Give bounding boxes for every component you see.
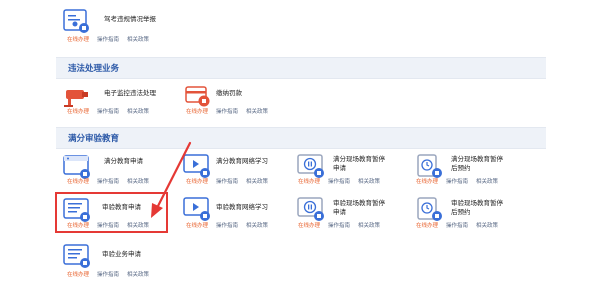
policy-link[interactable]: 相关政策 [358, 223, 380, 229]
guide-link[interactable]: 操作指南 [446, 223, 468, 229]
online-study-icon [182, 153, 212, 179]
item-links-full-score-pause-apply: 在线办理 操作指南 相关政策 [298, 177, 388, 185]
guide-link[interactable]: 操作指南 [328, 179, 350, 185]
appointment-clock-icon [414, 196, 444, 222]
item-title-full-score-online[interactable]: 满分教育网络学习 [216, 157, 268, 166]
title-line-1: 满分现场教育暂停 [333, 155, 385, 163]
section-title: 违法处理业务 [68, 64, 120, 74]
online-link[interactable]: 在线办理 [298, 179, 320, 185]
online-link[interactable]: 在线办理 [298, 223, 320, 229]
online-link[interactable]: 在线办理 [186, 109, 208, 115]
online-link[interactable]: 在线办理 [67, 37, 89, 43]
online-link[interactable]: 在线办理 [67, 179, 89, 185]
item-title-full-score-pause-book[interactable]: 满分现场教育暂停 后预约 [451, 155, 503, 173]
online-study-icon [182, 196, 212, 222]
item-title-pay-fine[interactable]: 缴纳罚款 [216, 89, 242, 98]
guide-link[interactable]: 操作指南 [328, 223, 350, 229]
item-links-review-pause-book: 在线办理 操作指南 相关政策 [416, 221, 506, 229]
policy-link[interactable]: 相关政策 [127, 179, 149, 185]
guide-link[interactable]: 操作指南 [446, 179, 468, 185]
online-link[interactable]: 在线办理 [416, 179, 438, 185]
appointment-clock-icon [414, 153, 444, 179]
item-links-review-online: 在线办理 操作指南 相关政策 [186, 221, 276, 229]
item-title-review-online[interactable]: 审验教育网络学习 [216, 203, 268, 212]
item-title-full-score-pause-apply[interactable]: 满分现场教育暂停 申请 [333, 155, 385, 173]
item-links-full-score-online: 在线办理 操作指南 相关政策 [186, 177, 276, 185]
title-line-1: 审验现场教育暂停 [333, 199, 385, 207]
title-line-2: 申请 [333, 164, 346, 172]
pause-icon [296, 153, 326, 179]
item-title-camera-violation[interactable]: 电子监控违法处理 [104, 89, 156, 98]
online-link[interactable]: 在线办理 [67, 109, 89, 115]
guide-link[interactable]: 操作指南 [216, 109, 238, 115]
item-links-full-score-apply: 在线办理 操作指南 相关政策 [67, 177, 157, 185]
item-title-review-pause-book[interactable]: 审验现场教育暂停 后预约 [451, 199, 503, 217]
guide-link[interactable]: 操作指南 [97, 179, 119, 185]
section-header-violation: 违法处理业务 [56, 57, 546, 79]
item-title-review-business[interactable]: 审验业务申请 [102, 250, 141, 259]
title-line-1: 满分现场教育暂停 [451, 155, 503, 163]
guide-link[interactable]: 操作指南 [216, 179, 238, 185]
highlight-box [55, 192, 168, 233]
title-line-1: 审验现场教育暂停 [451, 199, 503, 207]
item-links-full-score-pause-book: 在线办理 操作指南 相关政策 [416, 177, 506, 185]
online-link[interactable]: 在线办理 [67, 272, 89, 278]
item-title-full-score-apply[interactable]: 满分教育申请 [104, 157, 143, 166]
title-line-2: 申请 [333, 208, 346, 216]
item-links-camera-violation: 在线办理 操作指南 相关政策 [67, 107, 157, 115]
policy-link[interactable]: 相关政策 [246, 223, 268, 229]
guide-link[interactable]: 操作指南 [97, 37, 119, 43]
online-link[interactable]: 在线办理 [416, 223, 438, 229]
title-line-2: 后预约 [451, 164, 471, 172]
guide-link[interactable]: 操作指南 [216, 223, 238, 229]
item-title-exam-report[interactable]: 驾考违规情况举报 [104, 15, 156, 24]
policy-link[interactable]: 相关政策 [127, 37, 149, 43]
guide-link[interactable]: 操作指南 [97, 272, 119, 278]
report-document-icon [62, 8, 92, 34]
policy-link[interactable]: 相关政策 [127, 109, 149, 115]
business-form-icon [62, 243, 92, 269]
policy-link[interactable]: 相关政策 [246, 179, 268, 185]
online-link[interactable]: 在线办理 [186, 179, 208, 185]
item-title-review-pause-apply[interactable]: 审验现场教育暂停 申请 [333, 199, 385, 217]
policy-link[interactable]: 相关政策 [127, 272, 149, 278]
item-links-pay-fine: 在线办理 操作指南 相关政策 [186, 107, 276, 115]
policy-link[interactable]: 相关政策 [246, 109, 268, 115]
section-header-education: 满分审验教育 [56, 127, 546, 149]
policy-link[interactable]: 相关政策 [476, 179, 498, 185]
section-title: 满分审验教育 [68, 134, 120, 144]
guide-link[interactable]: 操作指南 [97, 109, 119, 115]
fine-payment-icon [182, 83, 212, 109]
online-link[interactable]: 在线办理 [186, 223, 208, 229]
pause-icon [296, 196, 326, 222]
policy-link[interactable]: 相关政策 [358, 179, 380, 185]
policy-link[interactable]: 相关政策 [476, 223, 498, 229]
item-links-review-business: 在线办理 操作指南 相关政策 [67, 270, 157, 278]
title-line-2: 后预约 [451, 208, 471, 216]
item-links-review-pause-apply: 在线办理 操作指南 相关政策 [298, 221, 388, 229]
item-links-exam-report: 在线办理 操作指南 相关政策 [67, 35, 157, 43]
